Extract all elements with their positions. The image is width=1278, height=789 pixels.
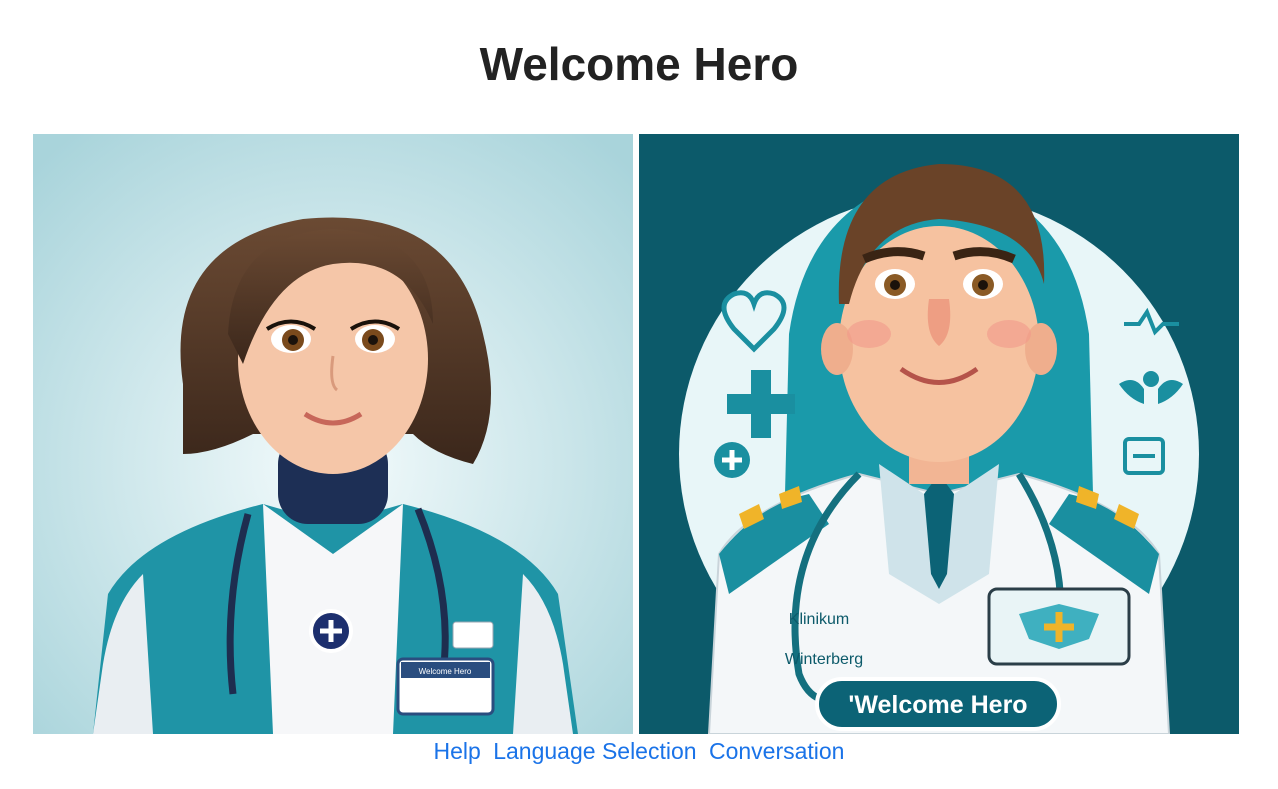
- welcome-banner-text: 'Welcome Hero: [848, 691, 1027, 719]
- avatar-image-male-doctor[interactable]: Klinikum Winterberg 'Welcome Hero: [639, 134, 1239, 734]
- nav-link-conversation[interactable]: Conversation: [709, 738, 845, 764]
- avatar-image-female-nurse[interactable]: Welcome Hero: [33, 134, 633, 734]
- page-title: Welcome Hero: [479, 38, 799, 90]
- female-nurse-illustration: Welcome Hero: [33, 134, 633, 734]
- circle-plus-icon: [714, 442, 750, 478]
- welcome-page: Welcome Hero Welcome Hero Klinikum Winte…: [0, 0, 1278, 789]
- male-doctor-illustration: Klinikum Winterberg 'Welcome Hero: [639, 134, 1239, 734]
- avatar-gallery: Welcome Hero Klinikum Winterberg 'Welcom…: [33, 134, 1239, 734]
- nav-link-language-selection[interactable]: Language Selection: [493, 738, 696, 764]
- coat-text-line1: Klinikum: [789, 611, 849, 628]
- badge-text: Welcome Hero: [419, 667, 472, 676]
- nav-link-help[interactable]: Help: [434, 738, 481, 764]
- bottom-nav: Help Language Selection Conversation: [0, 736, 1278, 766]
- coat-text-line2: Winterberg: [785, 651, 863, 668]
